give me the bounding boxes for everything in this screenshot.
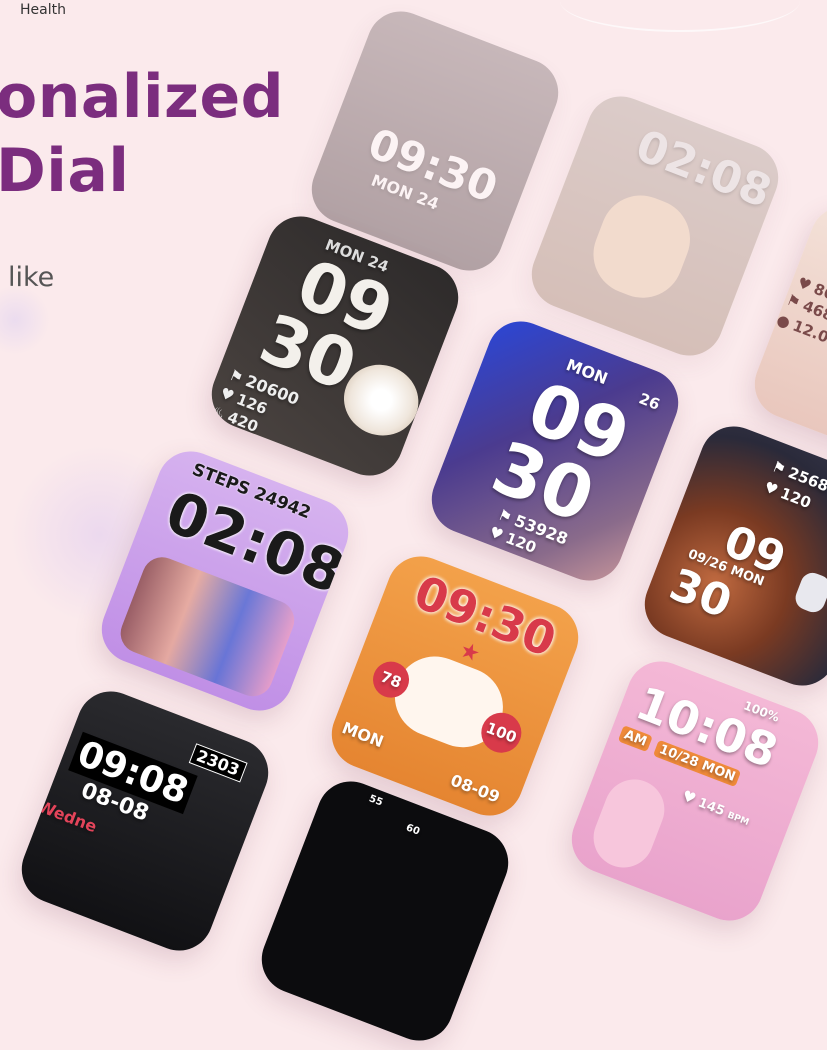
- watch-face-anime-dark[interactable]: 2303 09:08 08-08 Wedne: [11, 681, 279, 961]
- watch-heart: ♥145 BPM: [679, 786, 751, 828]
- watch-tick-label: 55: [367, 793, 385, 809]
- heart-icon: ♥: [486, 522, 506, 545]
- heart-icon: ♥: [217, 383, 237, 406]
- heart-icon: ♥: [794, 273, 814, 295]
- watch-face-gallery: 09:30 MON 24 02:08 MON 24 09 30 ⚑20600 ♥…: [0, 0, 827, 1050]
- watch-date: 08-09: [447, 770, 503, 807]
- anime-character-icon: [584, 770, 674, 877]
- watch-day: MON: [339, 718, 387, 752]
- steps-icon: ⚑: [784, 290, 804, 313]
- steps-icon: ⚑: [226, 365, 246, 388]
- watch-face-people[interactable]: STEPS 24942 02:08: [91, 441, 359, 721]
- watch-tick-label: 60: [404, 822, 422, 838]
- astronaut-icon: [792, 569, 827, 616]
- watch-face-planet[interactable]: ⚑2568 ♥120 09 09/26 MON 30: [634, 416, 827, 696]
- watch-extra: 2303: [188, 743, 248, 783]
- steps-icon: ⚑: [769, 457, 789, 479]
- watch-face-blue-gradient[interactable]: MON 26 09 30 ⚑53928 ♥120: [421, 311, 689, 591]
- heart-icon: ♥: [761, 477, 781, 500]
- watch-face-cartoon-astronaut[interactable]: 02:08: [521, 86, 789, 366]
- watch-time: 09:30: [407, 564, 564, 668]
- heart-icon: ♥: [679, 786, 699, 809]
- watch-face-anime-pink[interactable]: 100% 10:08 AM 10/28 MON ♥145 BPM: [561, 651, 827, 931]
- location-icon: ●: [774, 310, 793, 332]
- flame-icon: ♨: [208, 401, 228, 424]
- astronaut-character-icon: [581, 183, 702, 310]
